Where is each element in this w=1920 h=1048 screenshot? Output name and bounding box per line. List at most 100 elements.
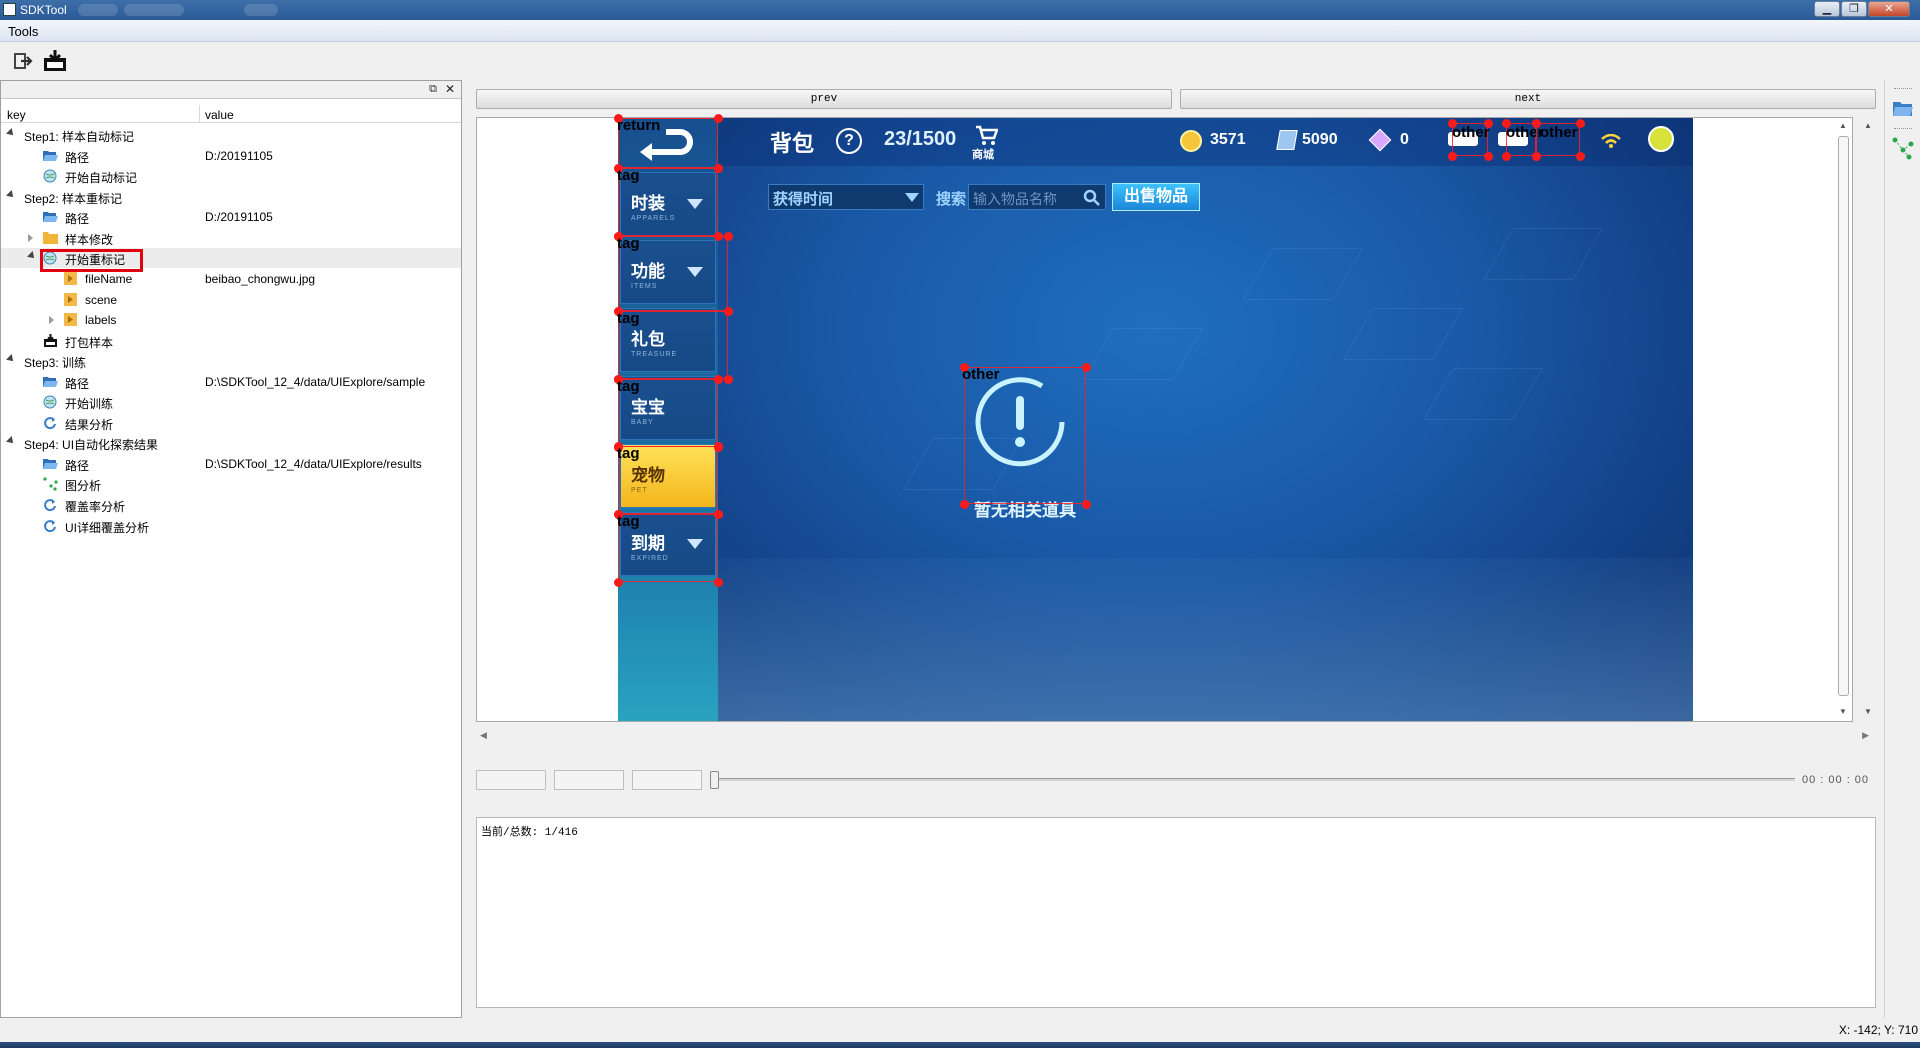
annotation-handle[interactable] (724, 232, 733, 241)
tree-row[interactable]: Step1: 样本自动标记 (1, 125, 461, 145)
save-icon[interactable] (42, 49, 68, 73)
play-icon (64, 293, 78, 306)
search-placeholder: 输入物品名称 (973, 191, 1057, 207)
scroll-up-icon[interactable]: ▲ (1839, 121, 1847, 130)
annotation-handle[interactable] (614, 578, 623, 587)
tree-row[interactable]: 开始自动标记 (1, 166, 461, 186)
tree-row[interactable]: 图分析 (1, 474, 461, 494)
shop-label[interactable]: 商城 (972, 146, 994, 162)
collapsed-arrow-icon[interactable] (49, 316, 54, 324)
column-value[interactable]: value (205, 108, 234, 122)
search-icon[interactable] (1083, 189, 1101, 207)
tree-row-label: 开始自动标记 (65, 171, 138, 185)
toolbar (0, 43, 1920, 79)
folder-open-icon (43, 149, 58, 162)
tree-row[interactable]: UI详细覆盖分析 (1, 516, 461, 536)
annotation-handle[interactable] (1082, 363, 1091, 372)
tree-row[interactable]: fileName beibao_chongwu.jpg (1, 269, 461, 289)
annotation-handle[interactable] (960, 500, 969, 509)
tree-row[interactable]: scene (1, 290, 461, 310)
tree-row[interactable]: 路径 D:\SDKTool_12_4/data/UIExplore/results (1, 454, 461, 474)
tree-row[interactable]: Step3: 训练 (1, 351, 461, 371)
annotation-handle[interactable] (714, 510, 723, 519)
next-button[interactable]: next (1180, 89, 1876, 109)
tree-row[interactable]: 路径 D:\SDKTool_12_4/data/UIExplore/sample (1, 372, 461, 392)
menu-tools[interactable]: Tools (8, 24, 38, 39)
tree-row[interactable]: Step2: 样本重标记 (1, 187, 461, 207)
dock-float-icon[interactable]: ⧉ (429, 83, 437, 96)
scroll-up-icon[interactable]: ▲ (1864, 121, 1872, 130)
tree-row[interactable]: 覆盖率分析 (1, 495, 461, 515)
annotation-handle[interactable] (714, 578, 723, 587)
expanded-arrow-icon[interactable] (6, 354, 16, 364)
expanded-arrow-icon[interactable] (6, 190, 16, 200)
annotation-handle[interactable] (1532, 152, 1541, 161)
close-button[interactable]: ✕ (1868, 1, 1910, 17)
collapsed-arrow-icon[interactable] (28, 234, 33, 242)
annotation-handle[interactable] (1448, 152, 1457, 161)
annotation-handle[interactable] (714, 442, 723, 451)
wifi-icon (1601, 134, 1621, 148)
exit-icon[interactable] (11, 49, 37, 73)
tree-row[interactable]: 打包样本 (1, 331, 461, 351)
tree-row[interactable]: 路径 D:/20191105 (1, 146, 461, 166)
progress-slider[interactable] (713, 778, 1795, 781)
tree-row[interactable]: 开始训练 (1, 392, 461, 412)
column-key[interactable]: key (7, 108, 26, 122)
graph-icon[interactable] (1891, 136, 1915, 160)
annotation-handle[interactable] (1576, 152, 1585, 161)
scroll-down-icon[interactable]: ▼ (1839, 707, 1847, 716)
globe-icon (43, 169, 57, 183)
tree-row[interactable]: 路径 D:/20191105 (1, 207, 461, 227)
annotation-handle[interactable] (724, 307, 733, 316)
tree-row-value: D:/20191105 (205, 149, 273, 163)
horizontal-scrollbar[interactable]: ◀ ▶ (476, 728, 1873, 743)
tree-row-label: 路径 (65, 151, 90, 165)
time-display: 00 : 00 : 00 (1802, 774, 1870, 786)
column-divider[interactable] (199, 105, 200, 123)
expanded-arrow-icon[interactable] (6, 436, 16, 446)
tree-row[interactable]: labels (1, 310, 461, 330)
pause-button[interactable] (554, 770, 624, 790)
progress-slider-handle[interactable] (710, 771, 719, 789)
annotation-handle[interactable] (714, 164, 723, 173)
folder-open-icon[interactable] (1892, 98, 1914, 118)
annotation-label: other (962, 366, 1000, 383)
ticket-count: 5090 (1302, 131, 1338, 148)
scroll-right-icon[interactable]: ▶ (1862, 730, 1869, 741)
annotation-box[interactable] (964, 367, 1086, 504)
search-input[interactable]: 输入物品名称 (968, 184, 1106, 210)
tree-row-label: 路径 (65, 212, 90, 226)
help-icon[interactable]: ? (836, 128, 862, 154)
sort-dropdown[interactable]: 获得时间 (768, 184, 924, 210)
tree-row-label: fileName (85, 272, 133, 286)
shop-cart-icon[interactable] (974, 124, 998, 146)
expanded-arrow-icon[interactable] (27, 251, 37, 261)
log-textarea[interactable]: 当前/总数: 1/416 (476, 817, 1876, 1008)
sell-button[interactable]: 出售物品 (1112, 183, 1200, 211)
prev-button[interactable]: prev (476, 89, 1172, 109)
music-icon[interactable] (1648, 126, 1674, 152)
tree-row[interactable]: 样本修改 (1, 228, 461, 248)
tree-row[interactable]: Step4: UI自动化探索结果 (1, 433, 461, 453)
annotation-handle[interactable] (1484, 152, 1493, 161)
dock-close-icon[interactable]: ✕ (445, 82, 455, 96)
annotation-handle[interactable] (724, 375, 733, 384)
play-icon (64, 272, 78, 285)
play-button[interactable] (476, 770, 546, 790)
minimize-button[interactable]: ▁ (1814, 1, 1840, 17)
vertical-scrollbar-thumb[interactable] (1838, 136, 1849, 696)
annotation-handle[interactable] (1502, 152, 1511, 161)
stop-button[interactable] (632, 770, 702, 790)
annotation-handle[interactable] (714, 114, 723, 123)
scroll-left-icon[interactable]: ◀ (480, 730, 487, 741)
tree-header: key value (1, 105, 461, 123)
annotation-handle[interactable] (714, 375, 723, 384)
game-screenshot[interactable]: 背包 ? 23/1500 商城 3571 5090 0 获得时间 搜索 输入物品… (618, 118, 1693, 721)
maximize-button[interactable]: ❐ (1841, 1, 1867, 17)
expanded-arrow-icon[interactable] (6, 128, 16, 138)
annotation-label: tag (617, 445, 640, 462)
tree-row[interactable]: 结果分析 (1, 413, 461, 433)
scroll-down-icon[interactable]: ▼ (1864, 707, 1872, 716)
annotation-handle[interactable] (1082, 500, 1091, 509)
